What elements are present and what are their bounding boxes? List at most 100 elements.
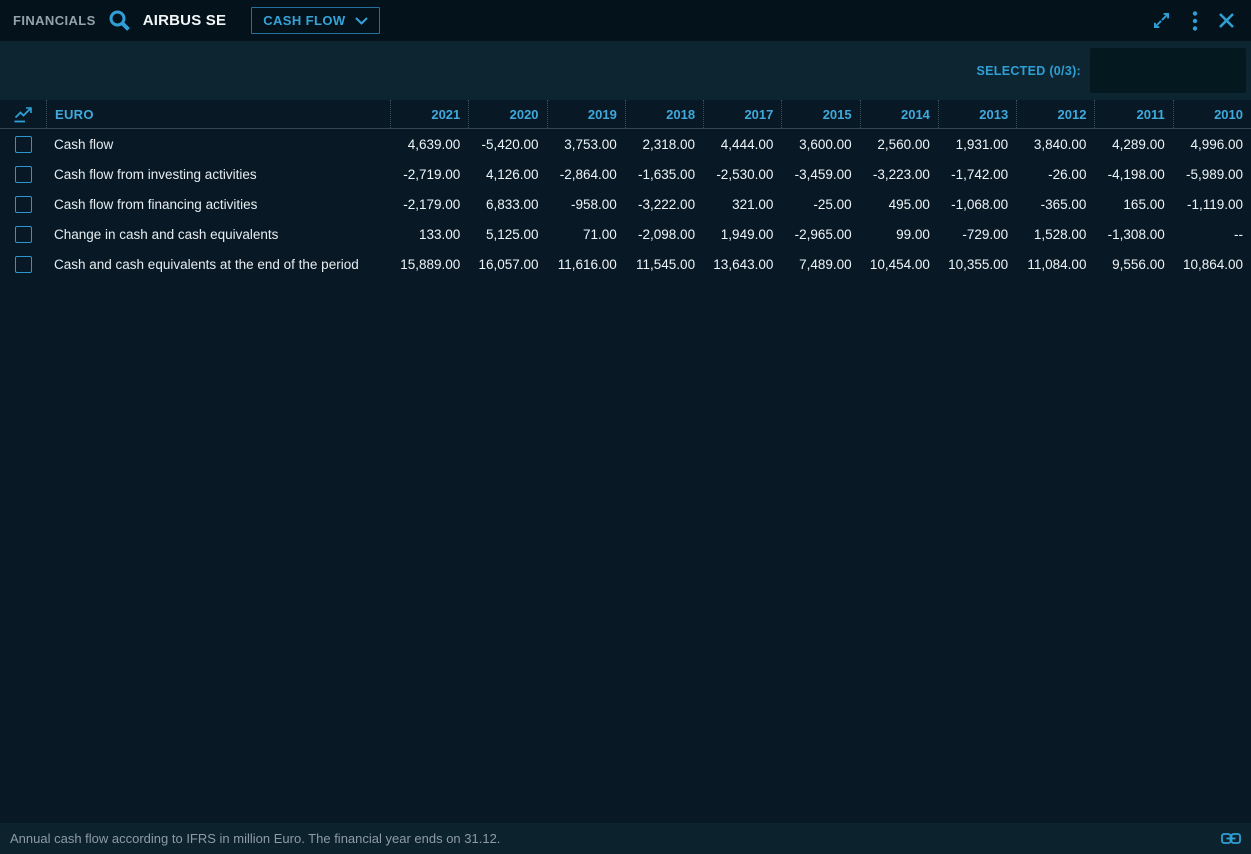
view-selector-label: CASH FLOW: [263, 13, 345, 28]
row-select-checkbox[interactable]: [15, 226, 32, 243]
chain-link-icon: [1221, 832, 1241, 845]
value-cell: 11,616.00: [547, 257, 625, 272]
value-cell: 7,489.00: [781, 257, 859, 272]
more-options-button[interactable]: [1192, 11, 1198, 31]
value-cell: -4,198.00: [1094, 167, 1172, 182]
year-column-header: 2020: [468, 100, 546, 128]
selected-count-label: SELECTED (0/3):: [976, 64, 1081, 78]
checkbox-cell: [0, 136, 46, 153]
value-cell: 10,454.00: [860, 257, 938, 272]
value-cell: -958.00: [547, 197, 625, 212]
value-cell: 2,318.00: [625, 137, 703, 152]
value-cell: -26.00: [1016, 167, 1094, 182]
value-cell: 4,996.00: [1173, 137, 1251, 152]
value-cell: 321.00: [703, 197, 781, 212]
row-select-checkbox[interactable]: [15, 256, 32, 273]
row-select-checkbox[interactable]: [15, 166, 32, 183]
value-cell: 15,889.00: [390, 257, 468, 272]
close-button[interactable]: [1218, 12, 1235, 29]
table-row: Cash flow 4,639.00-5,420.003,753.002,318…: [0, 129, 1251, 159]
value-cell: 16,057.00: [468, 257, 546, 272]
year-column-header: 2017: [703, 100, 781, 128]
value-cell: -25.00: [781, 197, 859, 212]
value-cell: 1,931.00: [938, 137, 1016, 152]
value-cell: 165.00: [1094, 197, 1172, 212]
value-cell: --: [1173, 227, 1251, 242]
selected-items-slot: [1090, 48, 1246, 93]
value-cell: -1,308.00: [1094, 227, 1172, 242]
footnote-text: Annual cash flow according to IFRS in mi…: [10, 831, 500, 846]
checkbox-cell: [0, 256, 46, 273]
value-cell: -2,965.00: [781, 227, 859, 242]
year-column-header: 2015: [781, 100, 859, 128]
row-label: Cash flow from financing activities: [46, 197, 390, 212]
expand-button[interactable]: [1151, 10, 1172, 31]
value-cell: 13,643.00: [703, 257, 781, 272]
value-cell: -365.00: [1016, 197, 1094, 212]
link-button[interactable]: [1221, 832, 1241, 845]
value-cell: -729.00: [938, 227, 1016, 242]
close-icon: [1218, 12, 1235, 29]
value-cell: 4,444.00: [703, 137, 781, 152]
value-cell: -2,719.00: [390, 167, 468, 182]
value-cell: -1,742.00: [938, 167, 1016, 182]
selection-bar: SELECTED (0/3):: [0, 41, 1251, 100]
cashflow-table: EURO 20212020201920182017201520142013201…: [0, 100, 1251, 279]
value-cell: 10,355.00: [938, 257, 1016, 272]
checkbox-cell: [0, 196, 46, 213]
value-cell: -3,459.00: [781, 167, 859, 182]
expand-arrows-icon: [1151, 10, 1172, 31]
footer-bar: Annual cash flow according to IFRS in mi…: [0, 823, 1251, 854]
value-cell: -3,223.00: [860, 167, 938, 182]
value-cell: -2,179.00: [390, 197, 468, 212]
row-label: Cash flow: [46, 137, 390, 152]
year-column-header: 2012: [1016, 100, 1094, 128]
value-cell: -2,864.00: [547, 167, 625, 182]
value-cell: 3,840.00: [1016, 137, 1094, 152]
title-bar: FINANCIALS AIRBUS SE CASH FLOW: [0, 0, 1251, 41]
year-column-header: 2018: [625, 100, 703, 128]
value-cell: 6,833.00: [468, 197, 546, 212]
value-cell: 5,125.00: [468, 227, 546, 242]
chart-column-header: [0, 100, 46, 128]
value-cell: 495.00: [860, 197, 938, 212]
value-cell: 4,289.00: [1094, 137, 1172, 152]
value-cell: -3,222.00: [625, 197, 703, 212]
value-cell: 1,949.00: [703, 227, 781, 242]
checkbox-cell: [0, 166, 46, 183]
year-column-header: 2013: [938, 100, 1016, 128]
row-label: Cash and cash equivalents at the end of …: [46, 257, 390, 272]
value-cell: -2,098.00: [625, 227, 703, 242]
value-cell: 3,753.00: [547, 137, 625, 152]
value-cell: 11,084.00: [1016, 257, 1094, 272]
view-selector-dropdown[interactable]: CASH FLOW: [251, 7, 379, 34]
value-cell: 4,126.00: [468, 167, 546, 182]
table-row: Change in cash and cash equivalents 133.…: [0, 219, 1251, 249]
year-column-header: 2021: [390, 100, 468, 128]
table-row: Cash flow from investing activities -2,7…: [0, 159, 1251, 189]
table-row: Cash flow from financing activities -2,1…: [0, 189, 1251, 219]
value-cell: 1,528.00: [1016, 227, 1094, 242]
currency-column-header: EURO: [46, 100, 390, 128]
row-label: Change in cash and cash equivalents: [46, 227, 390, 242]
row-select-checkbox[interactable]: [15, 136, 32, 153]
year-column-header: 2011: [1094, 100, 1172, 128]
value-cell: 3,600.00: [781, 137, 859, 152]
kebab-menu-icon: [1192, 11, 1198, 31]
value-cell: 71.00: [547, 227, 625, 242]
line-chart-icon: [13, 106, 34, 123]
value-cell: -5,989.00: [1173, 167, 1251, 182]
chevron-down-icon: [355, 17, 368, 25]
table-row: Cash and cash equivalents at the end of …: [0, 249, 1251, 279]
year-column-header: 2010: [1173, 100, 1251, 128]
year-column-header: 2019: [547, 100, 625, 128]
value-cell: 10,864.00: [1173, 257, 1251, 272]
row-select-checkbox[interactable]: [15, 196, 32, 213]
value-cell: 11,545.00: [625, 257, 703, 272]
search-icon: [107, 8, 132, 33]
search-button[interactable]: [107, 8, 132, 33]
year-column-header: 2014: [860, 100, 938, 128]
value-cell: 133.00: [390, 227, 468, 242]
value-cell: -5,420.00: [468, 137, 546, 152]
value-cell: -1,635.00: [625, 167, 703, 182]
